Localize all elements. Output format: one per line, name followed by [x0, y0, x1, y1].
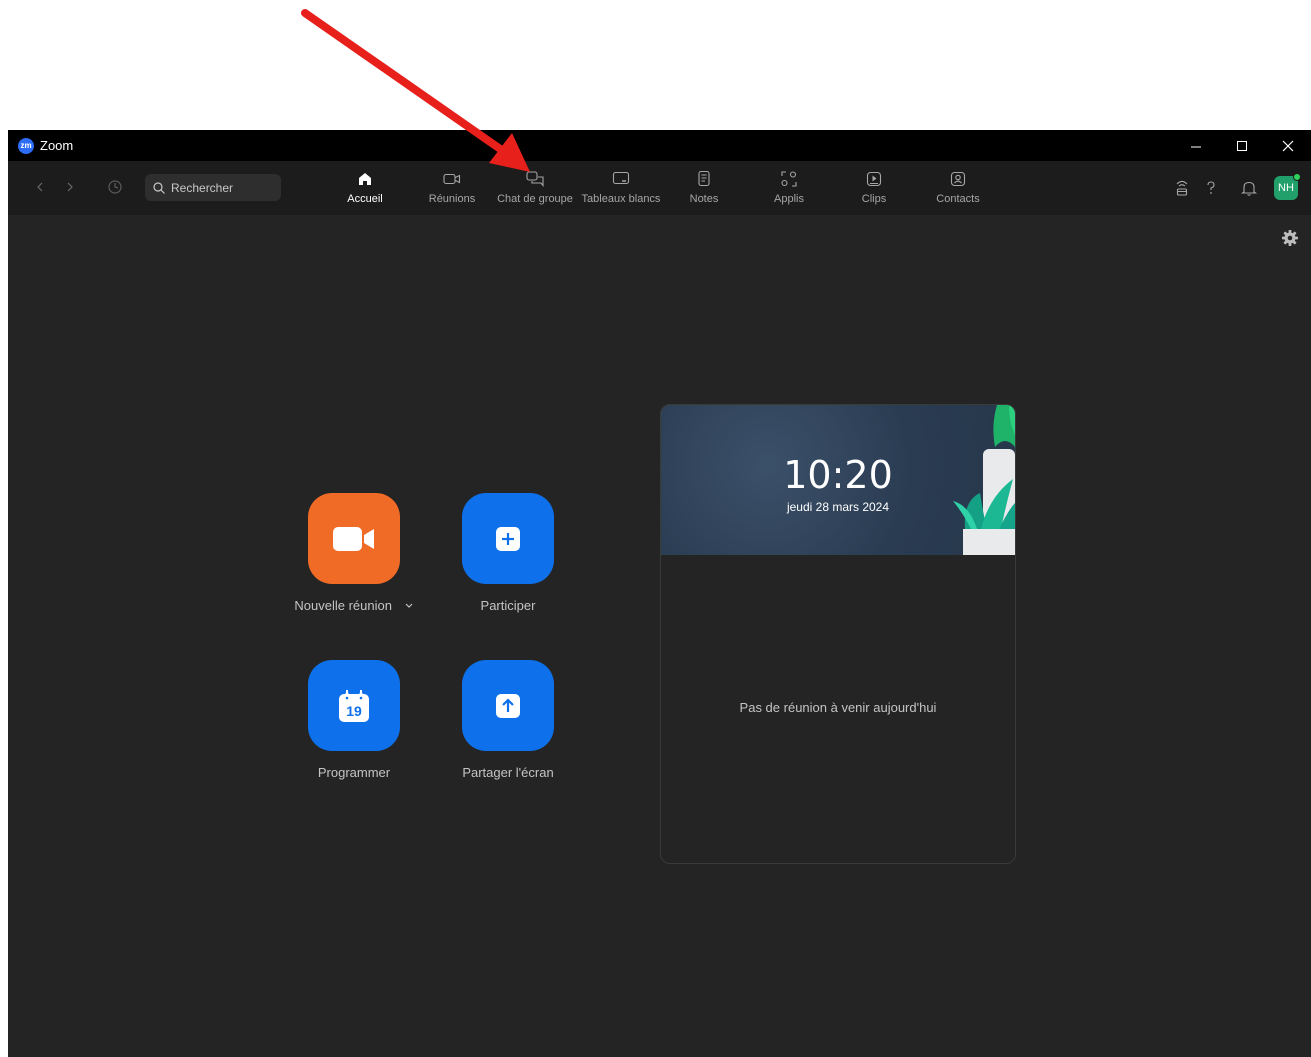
- back-button[interactable]: [30, 177, 50, 197]
- wifi-broadcast-icon: [1176, 180, 1188, 196]
- calendar-day: 19: [346, 703, 362, 719]
- schedule-action: 19 Programmer: [294, 660, 414, 780]
- clock-header: 10:20 jeudi 28 mars 2024: [661, 405, 1015, 555]
- join-action: Participer: [448, 493, 568, 613]
- contacts-icon: [950, 171, 966, 187]
- notes-icon: [698, 170, 710, 187]
- history-icon: [108, 180, 122, 194]
- title-bar: zm Zoom: [8, 130, 1311, 161]
- tab-label: Notes: [689, 193, 719, 205]
- gear-icon: [1282, 230, 1298, 246]
- plus-icon: [496, 526, 520, 551]
- avatar[interactable]: NH: [1274, 173, 1301, 200]
- home-icon: [359, 173, 371, 185]
- new-meeting-action: Nouvelle réunion: [294, 493, 414, 613]
- presence-status-dot: [1293, 173, 1301, 181]
- tab-label: Applis: [774, 193, 804, 205]
- close-button[interactable]: [1265, 130, 1311, 161]
- share-screen-button[interactable]: [462, 660, 554, 751]
- chevron-right-icon: [67, 182, 73, 192]
- minimize-button[interactable]: [1173, 130, 1219, 161]
- chat-bubbles-icon: [526, 171, 544, 187]
- tab-label: Réunions: [428, 193, 476, 205]
- window-title: Zoom: [40, 138, 74, 153]
- zoom-window: zm Zoom Rechercher Accueil Réunions Chat…: [8, 130, 1311, 1057]
- new-meeting-button[interactable]: [308, 493, 400, 584]
- tab-chat-de-groupe[interactable]: Chat de groupe: [492, 169, 578, 211]
- tab-notes[interactable]: Notes: [682, 169, 726, 211]
- search-input[interactable]: Rechercher: [145, 174, 281, 201]
- apps-icon: [781, 171, 797, 187]
- join-button[interactable]: [462, 493, 554, 584]
- video-camera-icon: [333, 526, 374, 551]
- notifications-button[interactable]: [1239, 178, 1259, 198]
- join-label: Participer: [480, 598, 536, 613]
- schedule-label: Programmer: [317, 765, 391, 780]
- current-time: 10:20: [783, 453, 893, 497]
- tab-label: Accueil: [347, 193, 383, 205]
- maximize-icon: [1237, 140, 1247, 151]
- settings-button[interactable]: [1281, 229, 1299, 247]
- window-controls: [1173, 130, 1311, 161]
- tab-label: Tableaux blancs: [581, 193, 661, 205]
- whiteboard-icon: [612, 171, 630, 185]
- chevron-down-icon[interactable]: [404, 602, 414, 610]
- share-screen-label: Partager l'écran: [462, 765, 554, 780]
- minimize-icon: [1191, 146, 1201, 147]
- wifi-broadcast-button[interactable]: [1172, 178, 1192, 198]
- help-icon: [1207, 181, 1215, 194]
- tab-label: Clips: [861, 193, 887, 205]
- tab-reunions[interactable]: Réunions: [422, 169, 482, 211]
- new-meeting-label: Nouvelle réunion: [294, 598, 392, 613]
- current-date: jeudi 28 mars 2024: [786, 500, 890, 514]
- upcoming-meetings-card: 10:20 jeudi 28 mars 2024 Pas de réunion …: [660, 404, 1016, 864]
- search-placeholder: Rechercher: [171, 180, 234, 195]
- tab-accueil[interactable]: Accueil: [340, 169, 390, 211]
- share-screen-icon: [496, 693, 520, 718]
- empty-meetings-message: Pas de réunion à venir aujourd'hui: [739, 700, 937, 715]
- maximize-button[interactable]: [1219, 130, 1265, 161]
- calendar-icon: 19: [339, 689, 369, 722]
- tab-label: Chat de groupe: [497, 193, 573, 205]
- forward-button[interactable]: [60, 177, 80, 197]
- help-button[interactable]: [1201, 178, 1221, 198]
- schedule-button[interactable]: 19: [308, 660, 400, 751]
- history-button[interactable]: [105, 177, 125, 197]
- clips-icon: [866, 171, 882, 187]
- search-icon: [153, 181, 165, 194]
- bell-icon: [1241, 181, 1257, 196]
- tab-tableaux-blancs[interactable]: Tableaux blancs: [576, 169, 666, 211]
- close-icon: [1282, 140, 1294, 151]
- tab-applis[interactable]: Applis: [766, 169, 812, 211]
- zoom-logo-icon: zm: [18, 137, 34, 154]
- avatar-initials: NH: [1278, 182, 1294, 194]
- tab-clips[interactable]: Clips: [854, 169, 894, 211]
- video-camera-icon: [443, 173, 461, 185]
- tab-contacts[interactable]: Contacts: [932, 169, 984, 211]
- chevron-left-icon: [37, 182, 43, 192]
- share-screen-action: Partager l'écran: [448, 660, 568, 780]
- main-toolbar: Rechercher Accueil Réunions Chat de grou…: [8, 161, 1311, 215]
- new-meeting-caption[interactable]: Nouvelle réunion: [294, 598, 413, 613]
- tab-label: Contacts: [936, 193, 980, 205]
